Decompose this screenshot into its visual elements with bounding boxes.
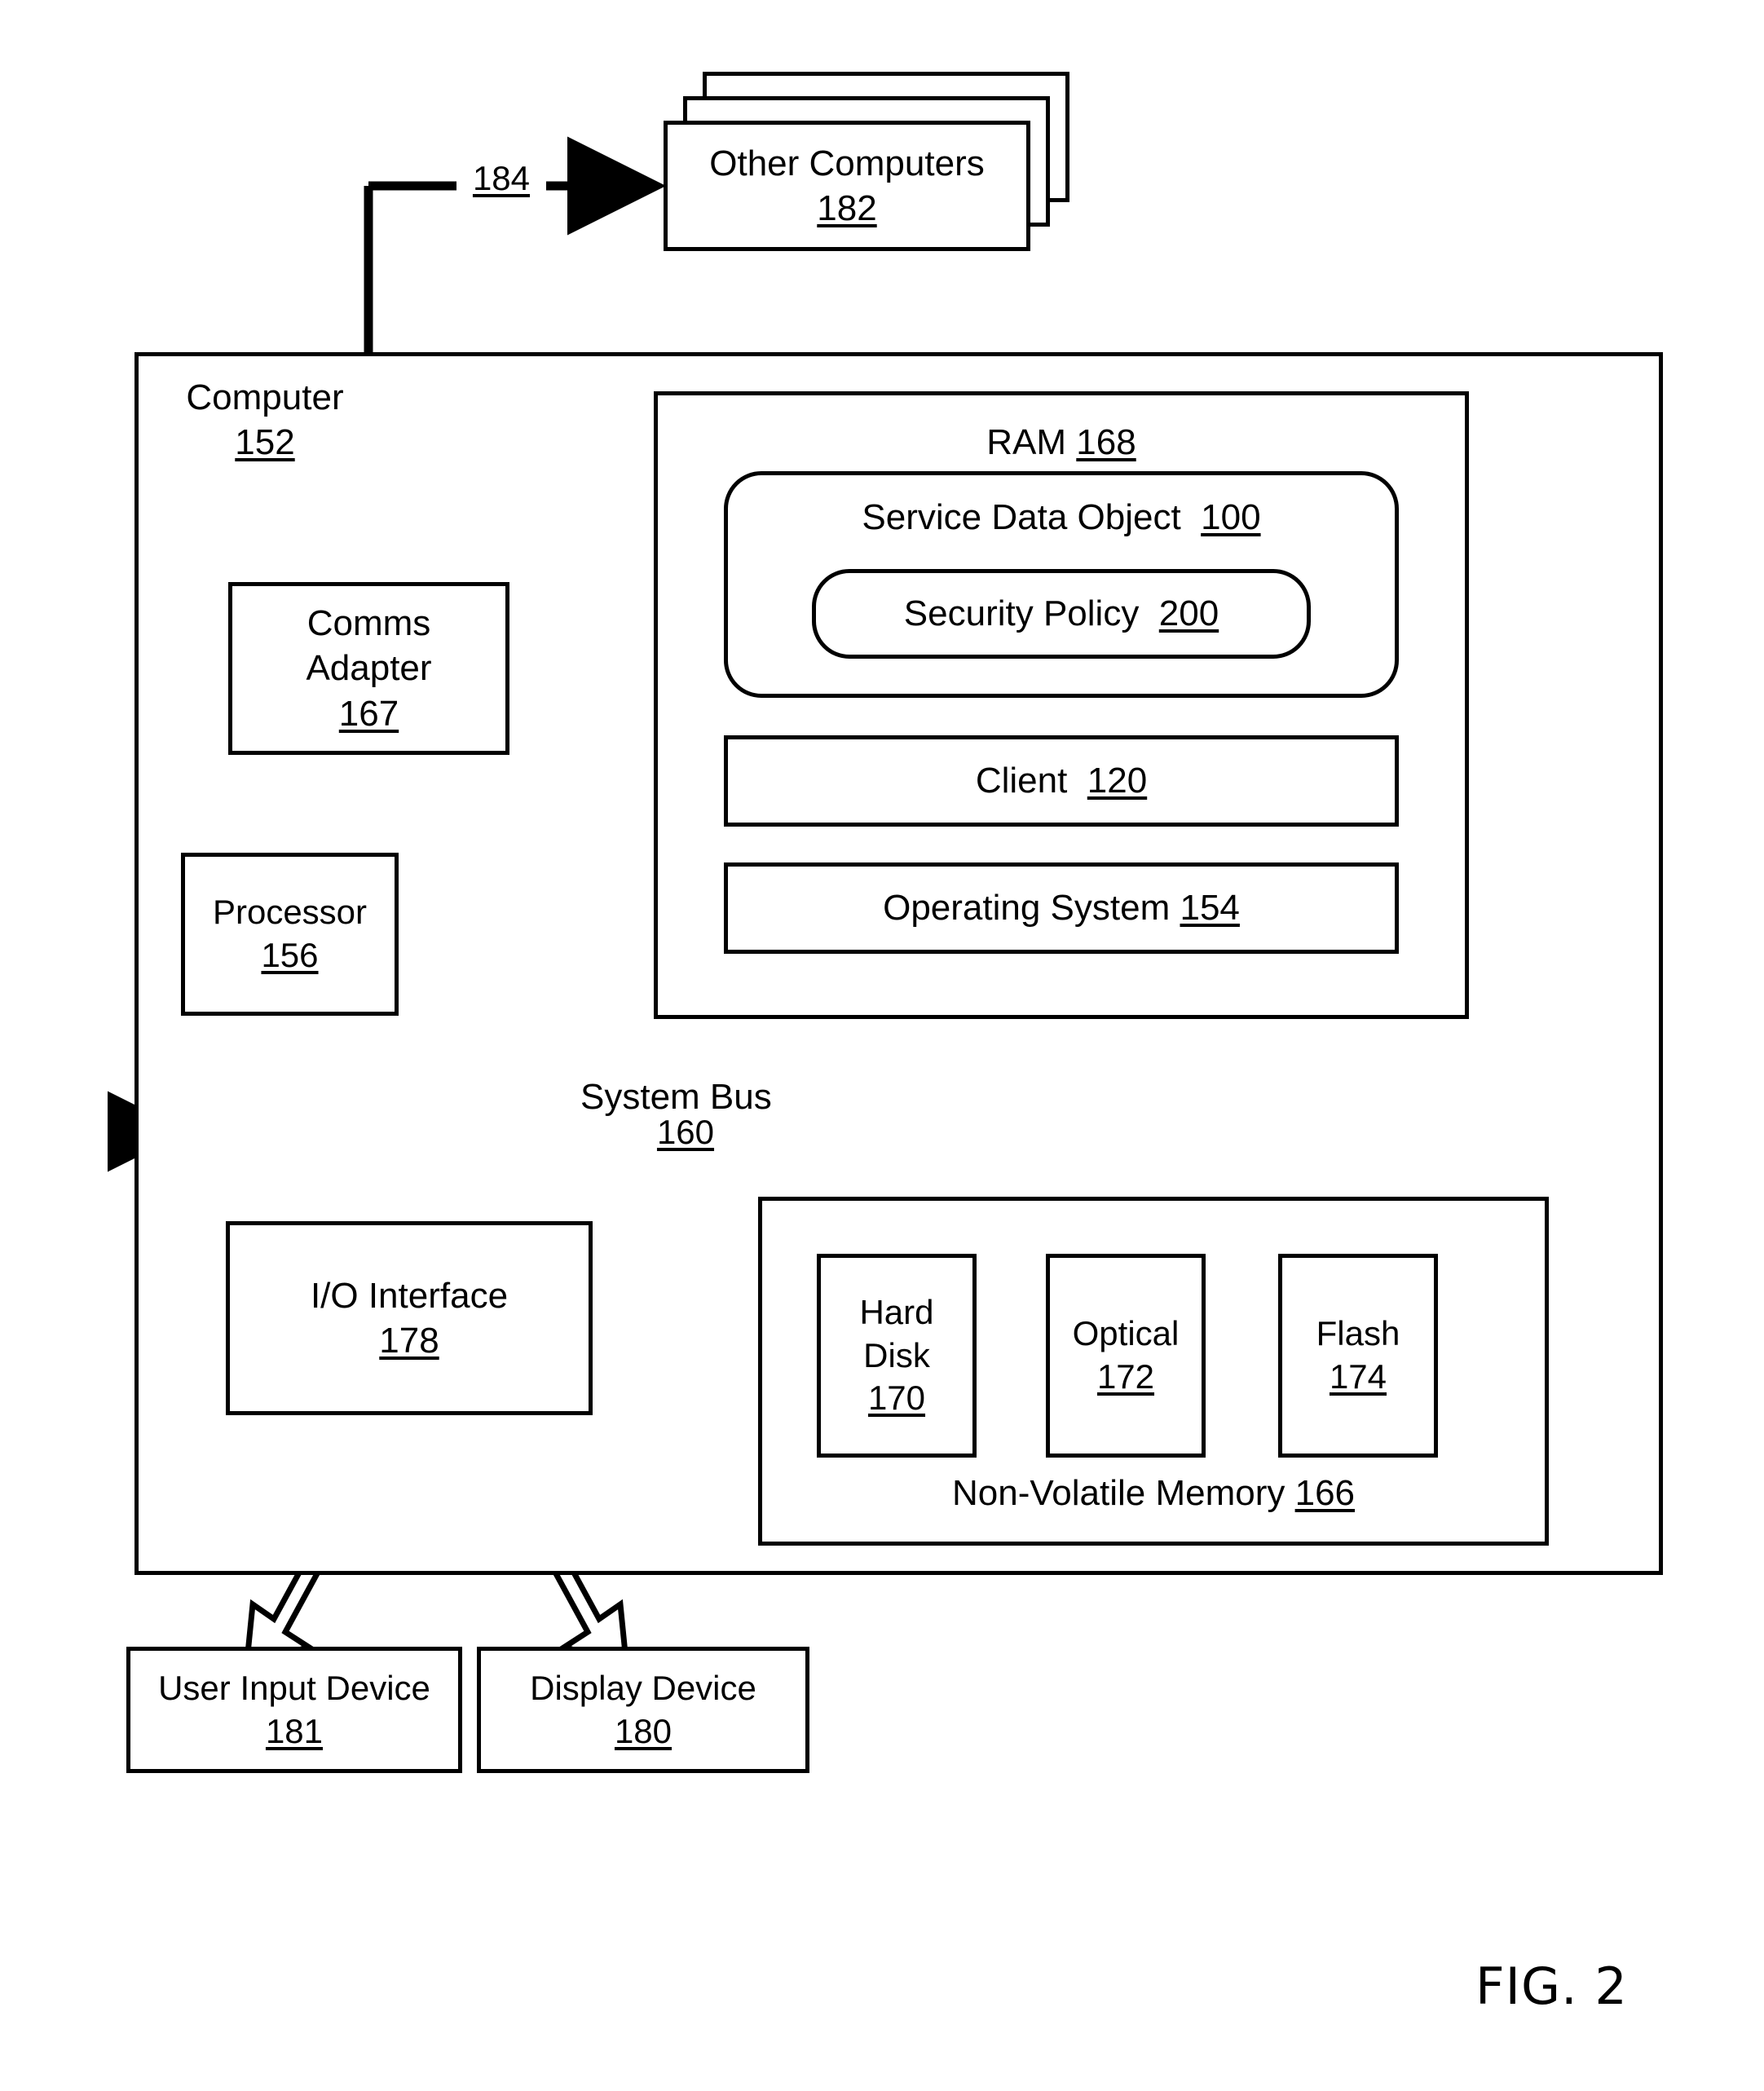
optical-title: Optical [1072, 1314, 1180, 1353]
user-input-device-ref: 181 [265, 1711, 324, 1750]
computer-ref: 152 [235, 422, 295, 463]
processor-ref: 156 [261, 936, 319, 974]
flash-ref: 174 [1329, 1357, 1387, 1396]
display-device-box[interactable]: Display Device 180 [477, 1647, 809, 1773]
processor-box[interactable]: Processor 156 [181, 853, 399, 1016]
client-box[interactable]: Client 120 [724, 735, 1399, 827]
flash-box[interactable]: Flash 174 [1278, 1254, 1438, 1458]
other-computers-ref: 182 [817, 188, 877, 228]
security-policy-title: Security Policy [903, 593, 1140, 634]
non-volatile-memory-ref: 166 [1294, 1472, 1356, 1513]
ram-ref: 168 [1076, 422, 1136, 462]
security-policy-ref: 200 [1158, 593, 1219, 634]
io-interface-box[interactable]: I/O Interface 178 [226, 1221, 593, 1415]
client-ref: 120 [1087, 761, 1148, 801]
non-volatile-memory-title: Non-Volatile Memory [951, 1472, 1286, 1513]
display-device-title: Display Device [530, 1668, 756, 1707]
user-input-device-box[interactable]: User Input Device 181 [126, 1647, 462, 1773]
flash-title: Flash [1316, 1314, 1400, 1353]
ram-title: RAM [986, 422, 1067, 462]
ram-title-row: RAM 168 [986, 420, 1136, 465]
client-title: Client [975, 761, 1068, 801]
service-data-object-title-row: Service Data Object 100 [862, 495, 1260, 540]
security-policy-box[interactable]: Security Policy 200 [812, 569, 1311, 659]
user-input-device-title: User Input Device [158, 1668, 430, 1707]
operating-system-box[interactable]: Operating System 154 [724, 862, 1399, 954]
hard-disk-title: Hard Disk [859, 1292, 934, 1374]
system-bus-ref: 160 [641, 1111, 730, 1154]
processor-title: Processor [212, 893, 368, 932]
optical-box[interactable]: Optical 172 [1046, 1254, 1206, 1458]
hard-disk-box[interactable]: Hard Disk 170 [817, 1254, 977, 1458]
service-data-object-ref: 100 [1201, 497, 1261, 537]
operating-system-title: Operating System [883, 888, 1171, 929]
comms-adapter-title: Comms Adapter [306, 602, 432, 689]
io-interface-title: I/O Interface [310, 1275, 509, 1316]
network-link-label: 184 [456, 157, 546, 201]
computer-title: Computer [186, 377, 344, 417]
operating-system-title-row: Operating System 154 [883, 885, 1240, 930]
operating-system-ref: 154 [1180, 888, 1240, 929]
io-interface-ref: 178 [379, 1321, 439, 1361]
comms-adapter-ref: 167 [338, 693, 399, 734]
hard-disk-ref: 170 [867, 1379, 926, 1418]
comms-adapter-box[interactable]: Comms Adapter 167 [228, 582, 509, 755]
computer-caption: Computer 152 [163, 375, 367, 465]
client-title-row: Client 120 [976, 758, 1147, 803]
display-device-ref: 180 [614, 1711, 673, 1750]
other-computers-box[interactable]: Other Computers 182 [664, 121, 1030, 251]
figure-canvas: Other Computers 182 184 Computer 152 Com… [0, 0, 1764, 2091]
non-volatile-memory-title-row: Non-Volatile Memory 166 [952, 1471, 1355, 1515]
optical-ref: 172 [1096, 1357, 1155, 1396]
figure-caption: FIG. 2 [1475, 1956, 1628, 2016]
security-policy-title-row: Security Policy 200 [904, 591, 1219, 636]
service-data-object-title: Service Data Object [862, 497, 1181, 537]
other-computers-title: Other Computers [709, 143, 985, 183]
